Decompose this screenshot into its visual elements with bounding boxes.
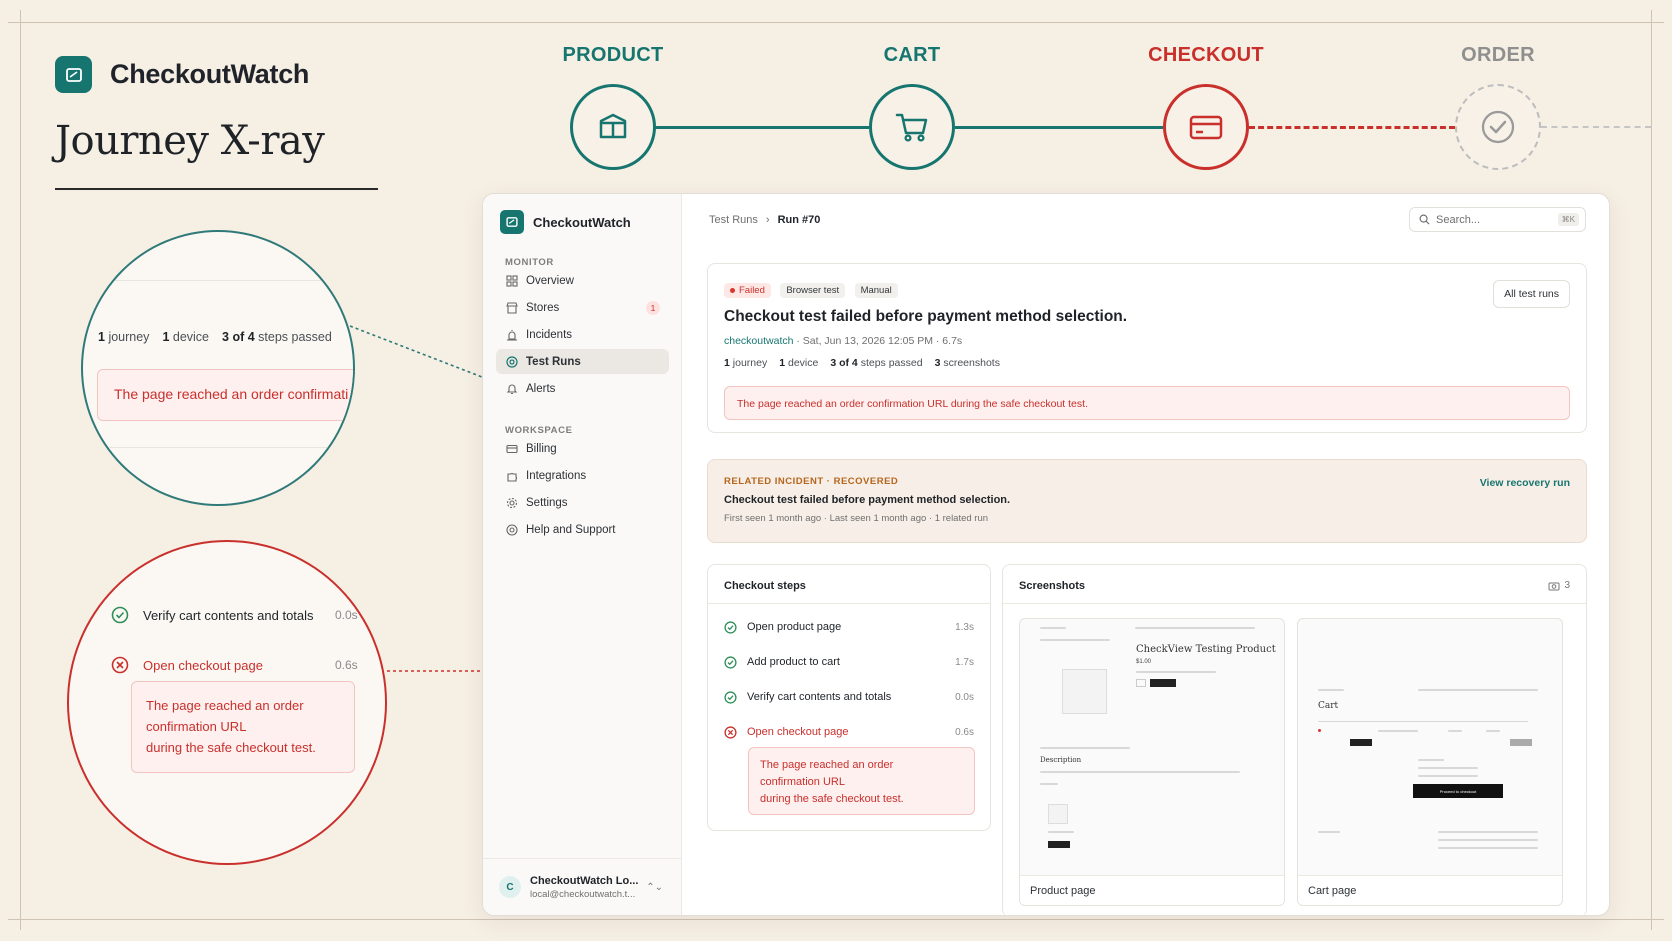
sidebar-item-billing[interactable]: Billing [496, 436, 669, 461]
zoom-step-fail: Open checkout page [111, 656, 263, 674]
shot-product-price: $1.00 [1136, 659, 1152, 665]
screenshot-cart-page[interactable]: Cart Proceed to checkout Cart page [1297, 618, 1563, 906]
step-row[interactable]: Verify cart contents and totals 0.0s [724, 687, 974, 707]
sidebar-brand[interactable]: CheckoutWatch [500, 210, 631, 234]
sidebar-brand-name: CheckoutWatch [533, 214, 631, 230]
target-icon [505, 355, 518, 368]
lifebuoy-icon [505, 523, 518, 536]
chevron-right-icon: › [765, 214, 770, 226]
screenshot-caption: Cart page [1298, 875, 1562, 905]
all-test-runs-button[interactable]: All test runs [1493, 280, 1570, 308]
step-error-box: The page reached an order confirmation U… [748, 747, 975, 815]
checkout-steps-card: Checkout steps Open product page 1.3s Ad… [707, 564, 991, 831]
check-circle-icon [724, 655, 737, 669]
related-incident-card: RELATED INCIDENT · RECOVERED Checkout te… [707, 459, 1587, 543]
product-image-placeholder-icon [1062, 669, 1107, 714]
check-circle-icon [111, 606, 129, 624]
zoom-step-fail-duration: 0.6s [335, 658, 358, 672]
section-monitor: MONITOR [505, 257, 554, 268]
screenshots-count: 3 [1548, 580, 1570, 591]
main-content: Test Runs › Run #70 Search... ⌘K Failed … [682, 194, 1609, 915]
zoom-callout-steps: Verify cart contents and totals 0.0s Ope… [67, 540, 387, 865]
avatar: C [499, 876, 521, 898]
sidebar-item-help[interactable]: Help and Support [496, 517, 669, 542]
screenshots-card: Screenshots 3 CheckView Testing Product … [1002, 564, 1587, 915]
app-window: CheckoutWatch MONITOR Overview Stores 1 … [482, 193, 1610, 916]
status-badge: Failed [724, 283, 771, 298]
view-recovery-run-link[interactable]: View recovery run [1480, 477, 1570, 489]
screenshot-product-page[interactable]: CheckView Testing Product $1.00 Descript… [1019, 618, 1285, 906]
siren-icon [505, 328, 518, 341]
grid-icon [505, 274, 518, 287]
incident-label: RELATED INCIDENT · RECOVERED [724, 476, 899, 487]
sidebar-item-overview[interactable]: Overview [496, 268, 669, 293]
account-name: CheckoutWatch Lo... [530, 874, 639, 887]
trigger-badge: Manual [854, 283, 898, 298]
incident-meta: First seen 1 month ago · Last seen 1 mon… [724, 513, 989, 524]
run-tags: Failed Browser test Manual [724, 280, 903, 298]
sidebar-item-integrations[interactable]: Integrations [496, 463, 669, 488]
breadcrumb-current: Run #70 [777, 214, 821, 226]
check-circle-icon [724, 690, 737, 704]
account-email: local@checkoutwatch.t... [530, 888, 636, 900]
step-row[interactable]: Open product page 1.3s [724, 617, 974, 637]
screenshot-caption: Product page [1020, 875, 1284, 905]
gear-icon [505, 496, 518, 509]
search-input[interactable]: Search... ⌘K [1409, 207, 1586, 232]
shot-cart-heading: Cart [1318, 701, 1339, 711]
shot-product-section: Description [1040, 756, 1082, 764]
steps-title: Checkout steps [724, 580, 806, 592]
breadcrumb: Test Runs › Run #70 [709, 214, 820, 226]
shot-cart-checkout-cta: Proceed to checkout [1413, 784, 1503, 798]
stores-badge: 1 [646, 300, 660, 315]
step-row[interactable]: Add product to cart 1.7s [724, 652, 974, 672]
sidebar-item-alerts[interactable]: Alerts [496, 376, 669, 401]
run-stats: 1 journey 1 device 3 of 4 steps passed 3… [724, 357, 1000, 369]
zoom-callout-stats: 1 journey 1 device 3 of 4 steps passed T… [81, 230, 355, 506]
section-workspace: WORKSPACE [505, 425, 573, 436]
run-summary-card: Failed Browser test Manual All test runs… [707, 263, 1587, 433]
store-link[interactable]: checkoutwatch [724, 335, 793, 347]
shot-product-heading: CheckView Testing Product [1136, 644, 1276, 655]
search-icon [1419, 214, 1430, 225]
screenshots-title: Screenshots [1019, 580, 1086, 592]
puzzle-icon [505, 469, 518, 482]
run-error-box: The page reached an order confirmation U… [724, 386, 1570, 420]
run-meta: checkoutwatch · Sat, Jun 13, 2026 12:05 … [724, 335, 963, 347]
zoom-stats: 1 journey 1 device 3 of 4 steps passed [98, 330, 332, 344]
sidebar-item-settings[interactable]: Settings [496, 490, 669, 515]
search-shortcut: ⌘K [1557, 213, 1579, 226]
x-circle-icon [111, 656, 129, 674]
sidebar-item-incidents[interactable]: Incidents [496, 322, 669, 347]
run-title: Checkout test failed before payment meth… [724, 308, 1128, 325]
account-switcher[interactable]: C CheckoutWatch Lo... local@checkoutwatc… [483, 858, 681, 915]
sidebar-item-stores[interactable]: Stores 1 [496, 295, 669, 320]
sidebar-item-test-runs[interactable]: Test Runs [496, 349, 669, 374]
type-badge: Browser test [780, 283, 846, 298]
app-logo-icon [500, 210, 524, 234]
chevron-updown-icon: ⌃⌄ [646, 881, 663, 893]
camera-icon [1548, 582, 1560, 590]
zoom-step-pass-duration: 0.0s [335, 608, 358, 622]
zoom-error-box-2: The page reached an order confirmation U… [131, 681, 355, 773]
step-row-failed[interactable]: Open checkout page 0.6s [724, 722, 974, 742]
x-circle-icon [724, 725, 737, 739]
check-circle-icon [724, 620, 737, 634]
bell-icon [505, 382, 518, 395]
zoom-error-box: The page reached an order confirmati [97, 369, 353, 421]
breadcrumb-test-runs[interactable]: Test Runs [709, 214, 758, 226]
incident-title: Checkout test failed before payment meth… [724, 494, 1011, 506]
store-icon [505, 301, 518, 314]
zoom-step-pass: Verify cart contents and totals [111, 606, 314, 624]
sidebar: CheckoutWatch MONITOR Overview Stores 1 … [483, 194, 682, 915]
card-icon [505, 442, 518, 455]
